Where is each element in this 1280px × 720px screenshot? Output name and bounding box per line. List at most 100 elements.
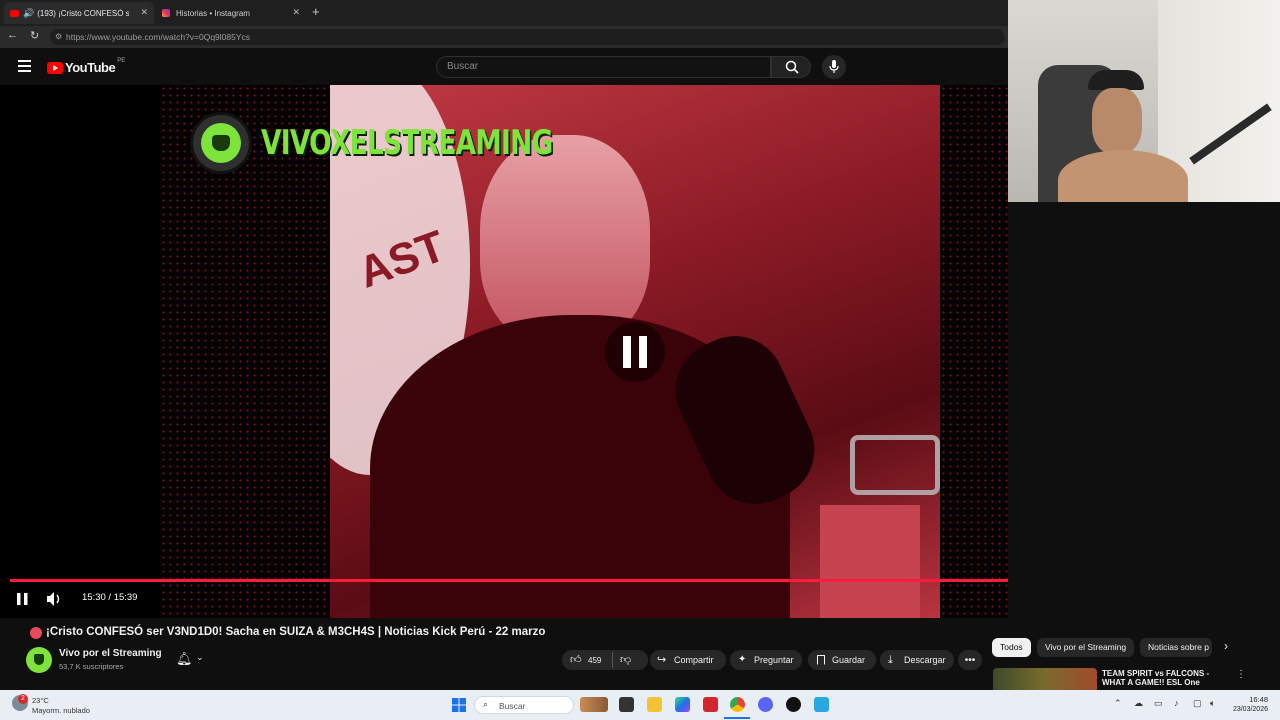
- windows-start-icon[interactable]: [452, 698, 466, 712]
- overlay-channel-name: VIVOXELSTREAMING: [261, 123, 553, 163]
- volume-icon[interactable]: [47, 592, 63, 606]
- usb-tray-icon[interactable]: ▭: [1154, 698, 1163, 709]
- menu-icon[interactable]: [18, 60, 31, 72]
- taskbar-search-label: Buscar: [499, 701, 526, 711]
- tab-instagram[interactable]: Historias • Instagram ✕: [156, 2, 306, 24]
- pause-icon: [623, 336, 647, 368]
- chip-noticias[interactable]: Noticias sobre p: [1140, 638, 1212, 657]
- dotted-background-left: [160, 85, 330, 618]
- face-graphic: [1092, 88, 1142, 154]
- person-head: [480, 135, 650, 345]
- more-actions-button[interactable]: •••: [958, 650, 982, 670]
- search-input[interactable]: Buscar: [436, 56, 771, 78]
- taskbar-search-input[interactable]: ⌕ Buscar: [474, 696, 574, 714]
- progress-played: [10, 579, 1008, 582]
- reload-icon[interactable]: ↻: [30, 29, 39, 42]
- speaker-icon[interactable]: 🔊: [23, 8, 34, 19]
- chip-todos[interactable]: Todos: [992, 638, 1031, 657]
- tab-instagram-label: Historias • Instagram: [176, 8, 250, 18]
- share-arrow-icon: ↪: [657, 654, 667, 666]
- counter-graphic: [820, 505, 920, 618]
- youtube-favicon-icon: [10, 9, 19, 17]
- emoji-icon: [30, 627, 42, 639]
- youtube-logo[interactable]: YouTube PE: [47, 57, 126, 75]
- download-button[interactable]: ⤓ Descargar: [880, 650, 954, 670]
- youtube-header: YouTube PE Buscar: [0, 48, 1010, 86]
- channel-watermark-avatar: [190, 112, 252, 174]
- chrome-icon[interactable]: [730, 697, 745, 712]
- mic-arm-graphic: [850, 435, 940, 495]
- ask-button[interactable]: ✦ Preguntar: [730, 650, 802, 670]
- share-button[interactable]: ↪ Compartir: [650, 650, 726, 670]
- voice-search-button[interactable]: [822, 55, 846, 79]
- torso-graphic: [1058, 150, 1188, 202]
- volume-tray-icon[interactable]: 🔈︎: [1210, 698, 1215, 709]
- ask-label: Preguntar: [754, 655, 794, 665]
- url-text: https://www.youtube.com/watch?v=0Qq9l085…: [66, 32, 251, 42]
- tab-youtube-label: (193) ¡Cristo CONFESÓ se: [37, 8, 130, 18]
- webcam-overlay: [1008, 0, 1280, 202]
- windows-taskbar: 2 23°C Mayorm. nublado ⌕ Buscar ⌃ ☁ ▭ ♪ …: [0, 690, 1280, 720]
- tab-youtube[interactable]: 🔊 (193) ¡Cristo CONFESÓ se ✕: [4, 2, 154, 24]
- task-view-icon[interactable]: [619, 697, 634, 712]
- next-video-title[interactable]: TEAM SPIRIT vs FALCONS - WHAT A GAME!! E…: [1102, 669, 1230, 687]
- search-icon: ⌕: [483, 699, 489, 709]
- center-pause-indicator[interactable]: [605, 322, 665, 382]
- more-horizontal-icon: •••: [964, 655, 976, 666]
- pause-icon[interactable]: [17, 593, 28, 605]
- active-app-indicator: [724, 717, 750, 719]
- chevron-down-icon[interactable]: ⌄: [196, 652, 204, 663]
- more-vertical-icon[interactable]: ⋮: [1236, 669, 1246, 680]
- temperature: 23°C: [32, 696, 49, 705]
- video-player[interactable]: AST VIVOXELSTREAMING 15:30 / 15:39 ⚙: [0, 85, 1008, 618]
- clock-date[interactable]: 23/03/2026: [1224, 706, 1268, 713]
- youtube-logo-text: YouTube: [65, 60, 116, 75]
- new-tab-icon[interactable]: +: [312, 4, 320, 19]
- thumbs-up-icon[interactable]: 👍︎: [570, 650, 582, 670]
- display-tray-icon[interactable]: ▢: [1193, 698, 1202, 709]
- copilot-icon[interactable]: [675, 697, 690, 712]
- sparkle-icon: ✦: [738, 654, 747, 665]
- instagram-favicon-icon: [162, 9, 170, 17]
- close-tab-icon[interactable]: ✕: [292, 7, 300, 18]
- like-count: 459: [588, 656, 602, 665]
- save-button[interactable]: Guardar: [808, 650, 876, 670]
- obs-icon[interactable]: [786, 697, 801, 712]
- video-title: ¡Cristo CONFESÓ ser V3ND1D0! Sacha en SU…: [46, 626, 546, 638]
- notification-bell-icon[interactable]: 🔔︎: [176, 651, 193, 667]
- thumbs-down-icon[interactable]: 👎︎: [620, 650, 631, 670]
- bookmark-icon: [817, 655, 825, 665]
- file-explorer-icon[interactable]: [647, 697, 662, 712]
- chip-channel[interactable]: Vivo por el Streaming: [1037, 638, 1135, 657]
- url-field[interactable]: ⚙ https://www.youtube.com/watch?v=0Qq9l0…: [50, 29, 1005, 45]
- next-video-thumbnail[interactable]: [993, 668, 1097, 690]
- microphone-icon: [829, 60, 839, 73]
- search-highlight-icon[interactable]: [580, 697, 608, 712]
- download-icon: ⤓: [888, 654, 893, 666]
- chevron-right-icon[interactable]: ›: [1224, 639, 1228, 653]
- save-label: Guardar: [832, 655, 866, 665]
- search-button[interactable]: [771, 56, 811, 78]
- search-icon: [785, 60, 799, 74]
- notification-badge: 2: [18, 694, 28, 704]
- channel-avatar[interactable]: [26, 647, 52, 673]
- chevron-up-icon[interactable]: ⌃: [1114, 698, 1122, 709]
- discord-icon[interactable]: [758, 697, 773, 712]
- weather-description: Mayorm. nublado: [32, 706, 90, 715]
- dotted-background-right: [940, 85, 1008, 618]
- like-dislike-group: 👍︎ 459 👎︎: [562, 650, 648, 670]
- youtube-play-icon: [47, 61, 63, 74]
- cap-graphic: [1088, 70, 1144, 90]
- time-display: 15:30 / 15:39: [82, 592, 138, 603]
- back-icon[interactable]: ←: [7, 29, 18, 41]
- divider: [612, 652, 613, 668]
- site-info-icon[interactable]: ⚙: [55, 29, 62, 45]
- mic-tray-icon[interactable]: ♪: [1174, 698, 1179, 708]
- network-tray-icon[interactable]: ☁: [1134, 698, 1143, 709]
- media-app-icon[interactable]: [703, 697, 718, 712]
- channel-name[interactable]: Vivo por el Streaming: [59, 648, 162, 659]
- notepad-icon[interactable]: [814, 697, 829, 712]
- clock-time[interactable]: 16:48: [1228, 695, 1268, 704]
- close-tab-icon[interactable]: ✕: [140, 7, 148, 18]
- region-badge: PE: [117, 57, 126, 64]
